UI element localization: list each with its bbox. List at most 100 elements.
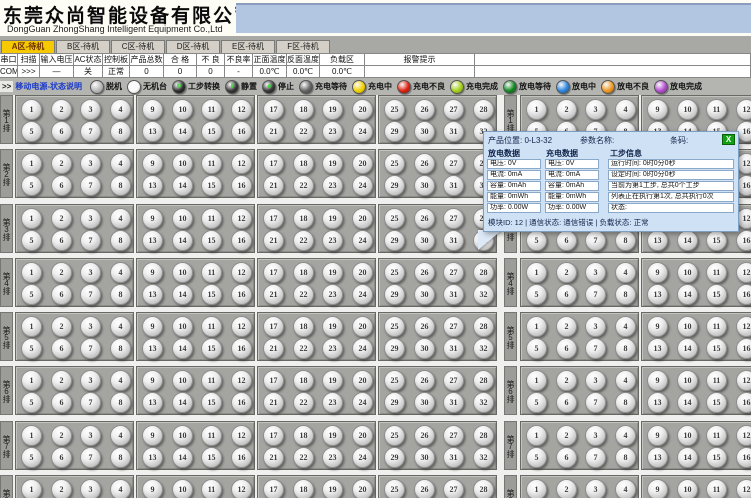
- cell-button[interactable]: 14: [172, 121, 193, 142]
- cell-button[interactable]: 5: [526, 392, 547, 413]
- cell-button[interactable]: 19: [322, 316, 343, 337]
- cell-button[interactable]: 20: [352, 479, 373, 498]
- cell-button[interactable]: 17: [263, 99, 284, 120]
- cell-button[interactable]: 2: [51, 99, 72, 120]
- cell-button[interactable]: 27: [443, 99, 464, 120]
- cell-button[interactable]: 10: [172, 153, 193, 174]
- cell-button[interactable]: 4: [615, 99, 636, 120]
- cell-button[interactable]: 17: [263, 479, 284, 498]
- cell-button[interactable]: 13: [142, 447, 163, 468]
- cell-button[interactable]: 14: [677, 284, 698, 305]
- cell-button[interactable]: 2: [51, 153, 72, 174]
- cell-button[interactable]: 17: [263, 262, 284, 283]
- cell-button[interactable]: 3: [585, 370, 606, 391]
- tab-zone-0[interactable]: A区-待机: [1, 40, 55, 53]
- cell-button[interactable]: 7: [80, 284, 101, 305]
- cell-button[interactable]: 8: [110, 338, 131, 359]
- cell-button[interactable]: 27: [443, 262, 464, 283]
- cell-button[interactable]: 21: [263, 392, 284, 413]
- cell-button[interactable]: 5: [21, 447, 42, 468]
- cell-button[interactable]: 13: [142, 338, 163, 359]
- cell-button[interactable]: 20: [352, 370, 373, 391]
- cell-button[interactable]: 18: [293, 316, 314, 337]
- cell-button[interactable]: 8: [615, 284, 636, 305]
- cell-button[interactable]: 24: [352, 392, 373, 413]
- cell-button[interactable]: 11: [706, 370, 727, 391]
- cell-button[interactable]: 1: [21, 425, 42, 446]
- cell-button[interactable]: 11: [201, 425, 222, 446]
- cell-button[interactable]: 29: [384, 447, 405, 468]
- cell-button[interactable]: 29: [384, 392, 405, 413]
- cell-button[interactable]: 14: [172, 230, 193, 251]
- cell-button[interactable]: 31: [443, 175, 464, 196]
- cell-button[interactable]: 15: [201, 447, 222, 468]
- cell-button[interactable]: 16: [736, 338, 751, 359]
- cell-button[interactable]: 8: [110, 121, 131, 142]
- cell-button[interactable]: 16: [736, 284, 751, 305]
- cell-button[interactable]: 4: [110, 316, 131, 337]
- cell-button[interactable]: 6: [556, 447, 577, 468]
- cell-button[interactable]: 16: [231, 392, 252, 413]
- cell-button[interactable]: 4: [110, 370, 131, 391]
- cell-button[interactable]: 23: [322, 230, 343, 251]
- cell-button[interactable]: 7: [585, 392, 606, 413]
- cell-button[interactable]: 27: [443, 370, 464, 391]
- cell-button[interactable]: 23: [322, 284, 343, 305]
- cell-button[interactable]: 9: [142, 479, 163, 498]
- cell-button[interactable]: 11: [201, 479, 222, 498]
- cell-button[interactable]: 4: [110, 153, 131, 174]
- cell-button[interactable]: 22: [293, 392, 314, 413]
- cell-button[interactable]: 28: [473, 425, 494, 446]
- tab-zone-3[interactable]: D区-待机: [166, 40, 220, 53]
- cell-button[interactable]: 8: [110, 175, 131, 196]
- cell-button[interactable]: 16: [736, 230, 751, 251]
- cell-button[interactable]: 12: [231, 99, 252, 120]
- cell-button[interactable]: 15: [706, 392, 727, 413]
- cell-button[interactable]: 6: [51, 230, 72, 251]
- cell-button[interactable]: 7: [80, 230, 101, 251]
- cell-button[interactable]: 3: [80, 370, 101, 391]
- cell-button[interactable]: 7: [585, 284, 606, 305]
- cell-button[interactable]: 6: [51, 338, 72, 359]
- cell-button[interactable]: 12: [231, 479, 252, 498]
- cell-button[interactable]: 15: [706, 338, 727, 359]
- cell-button[interactable]: 30: [414, 284, 435, 305]
- cell-button[interactable]: 32: [473, 284, 494, 305]
- cell-button[interactable]: 9: [142, 370, 163, 391]
- cell-button[interactable]: 2: [556, 479, 577, 498]
- cell-button[interactable]: 12: [231, 153, 252, 174]
- cell-button[interactable]: 31: [443, 338, 464, 359]
- cell-button[interactable]: 14: [677, 447, 698, 468]
- cell-button[interactable]: 8: [110, 230, 131, 251]
- cell-button[interactable]: 15: [706, 284, 727, 305]
- cell-button[interactable]: 6: [556, 392, 577, 413]
- cell-button[interactable]: 20: [352, 153, 373, 174]
- cell-button[interactable]: 7: [585, 338, 606, 359]
- cell-button[interactable]: 5: [526, 447, 547, 468]
- cell-button[interactable]: 15: [201, 392, 222, 413]
- cell-button[interactable]: 3: [80, 208, 101, 229]
- cell-button[interactable]: 11: [706, 316, 727, 337]
- cell-button[interactable]: 2: [51, 316, 72, 337]
- cell-button[interactable]: 11: [706, 479, 727, 498]
- cell-button[interactable]: 1: [526, 262, 547, 283]
- cell-button[interactable]: 14: [172, 175, 193, 196]
- cell-button[interactable]: 5: [526, 284, 547, 305]
- cell-button[interactable]: 26: [414, 99, 435, 120]
- cell-button[interactable]: 12: [231, 208, 252, 229]
- cell-button[interactable]: 7: [585, 230, 606, 251]
- cell-button[interactable]: 17: [263, 153, 284, 174]
- cell-button[interactable]: 24: [352, 230, 373, 251]
- cell-button[interactable]: 5: [21, 392, 42, 413]
- cell-button[interactable]: 12: [231, 316, 252, 337]
- cell-button[interactable]: 22: [293, 338, 314, 359]
- cell-button[interactable]: 11: [201, 316, 222, 337]
- cell-button[interactable]: 26: [414, 153, 435, 174]
- cell-button[interactable]: 10: [677, 99, 698, 120]
- cell-button[interactable]: 19: [322, 153, 343, 174]
- cell-button[interactable]: 31: [443, 284, 464, 305]
- cell-button[interactable]: 27: [443, 153, 464, 174]
- cell-button[interactable]: 9: [142, 316, 163, 337]
- cell-button[interactable]: 8: [110, 447, 131, 468]
- cell-button[interactable]: 6: [556, 230, 577, 251]
